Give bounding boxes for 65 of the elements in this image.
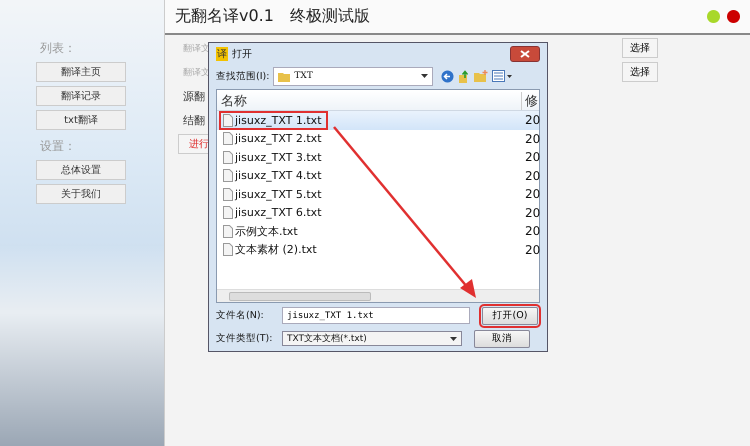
close-button[interactable] [727, 10, 740, 23]
field-label: 源翻 [183, 88, 205, 104]
file-date: 20 [524, 206, 539, 220]
file-name-label: 文件名(N): [216, 309, 265, 322]
sidebar-button[interactable]: 关于我们 [36, 184, 126, 204]
file-icon [223, 224, 233, 238]
close-icon [520, 50, 530, 58]
file-row[interactable]: jisuxz_TXT 6.txt 20 [217, 204, 539, 222]
column-header[interactable]: 修 [521, 92, 539, 110]
back-icon[interactable] [441, 70, 454, 82]
choose-button[interactable]: 选择 [622, 38, 658, 58]
file-name: jisuxz_TXT 3.txt [235, 150, 322, 164]
file-date: 20 [524, 187, 539, 202]
file-name: jisuxz_TXT 5.txt [235, 188, 322, 201]
sidebar-button[interactable]: txt翻译 [36, 110, 126, 130]
file-date: 20 [524, 150, 539, 164]
file-row[interactable]: jisuxz_TXT 4.txt 20 [217, 166, 539, 185]
horizontal-scrollbar[interactable] [217, 289, 539, 302]
file-date: 20 [524, 242, 539, 257]
file-icon [223, 243, 233, 256]
sidebar-button[interactable]: 翻译主页 [36, 62, 126, 82]
section-heading: 列表： [39, 40, 77, 57]
file-icon [223, 188, 233, 201]
folder-icon [278, 70, 290, 82]
file-icon [223, 150, 233, 164]
file-name-field[interactable]: jisuxz_TXT 1.txt [282, 307, 470, 324]
caret-icon [421, 74, 428, 78]
cancel-button[interactable]: 取消 [474, 330, 530, 348]
column-header[interactable]: 名称 [217, 92, 521, 110]
section-heading: 设置： [39, 138, 77, 155]
file-icon [223, 206, 233, 220]
close-button[interactable] [510, 46, 540, 62]
choose-button[interactable]: 选择 [622, 62, 658, 82]
window-title: 无翻名译v0.1 终极测试版 [175, 6, 371, 27]
file-date: 20 [524, 224, 539, 238]
up-folder-icon[interactable] [458, 70, 470, 82]
sidebar-button[interactable]: 翻译记录 [36, 86, 126, 106]
file-icon [223, 114, 233, 127]
look-in-label: 查找范围(I): [216, 70, 270, 82]
file-icon [223, 132, 233, 146]
file-date: 20 [524, 168, 539, 183]
file-row[interactable]: 文本素材 (2).txt 20 [217, 240, 539, 259]
file-date: 20 [524, 132, 539, 146]
file-date: 20 [524, 113, 539, 128]
file-name: jisuxz_TXT 6.txt [235, 206, 322, 220]
file-type-label: 文件类型(T): [216, 332, 274, 345]
file-name: jisuxz_TXT 4.txt [235, 169, 322, 182]
field-label: 结翻 [183, 112, 205, 128]
sidebar-button[interactable]: 总体设置 [36, 160, 126, 180]
folder-dropdown[interactable]: TXT [273, 66, 434, 86]
file-row[interactable]: 示例文本.txt 20 [217, 222, 539, 240]
file-name: jisuxz_TXT 2.txt [235, 132, 322, 146]
view-menu-icon[interactable] [492, 70, 512, 82]
file-name: jisuxz_TXT 1.txt [235, 114, 322, 127]
file-icon [223, 169, 233, 182]
file-row[interactable]: jisuxz_TXT 1.txt 20 [217, 111, 539, 130]
app-icon: 译 [216, 47, 228, 61]
file-row[interactable]: jisuxz_TXT 3.txt 20 [217, 148, 539, 166]
file-name: 示例文本.txt [235, 224, 298, 239]
dialog-title: 打开 [232, 48, 253, 61]
caret-icon [450, 336, 457, 340]
file-type-dropdown[interactable]: TXT文本文档(*.txt) [282, 331, 462, 346]
file-row[interactable]: jisuxz_TXT 5.txt 20 [217, 185, 539, 204]
file-row[interactable]: jisuxz_TXT 2.txt 20 [217, 130, 539, 148]
file-name: 文本素材 (2).txt [235, 242, 317, 258]
